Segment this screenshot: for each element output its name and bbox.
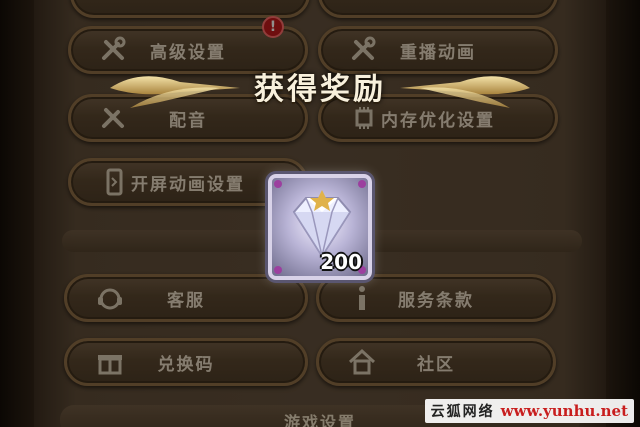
reward-popup-title: 获得奖励 xyxy=(254,72,386,107)
watermark-site-name: 云狐网络 xyxy=(430,404,495,420)
game-settings-screen: 高级设置 ! 重播动画 配音 内存优化设置 开屏动画设置 客服 服务条款 兑换码… xyxy=(0,0,640,427)
reward-item-card[interactable]: 200 xyxy=(268,174,372,280)
site-watermark: 云狐网络 www.yunhu.net xyxy=(424,399,634,423)
card-corner-gem xyxy=(274,180,282,188)
reward-quantity: 200 xyxy=(320,250,362,274)
card-corner-gem xyxy=(274,266,282,274)
watermark-url: www.yunhu.net xyxy=(500,402,628,420)
